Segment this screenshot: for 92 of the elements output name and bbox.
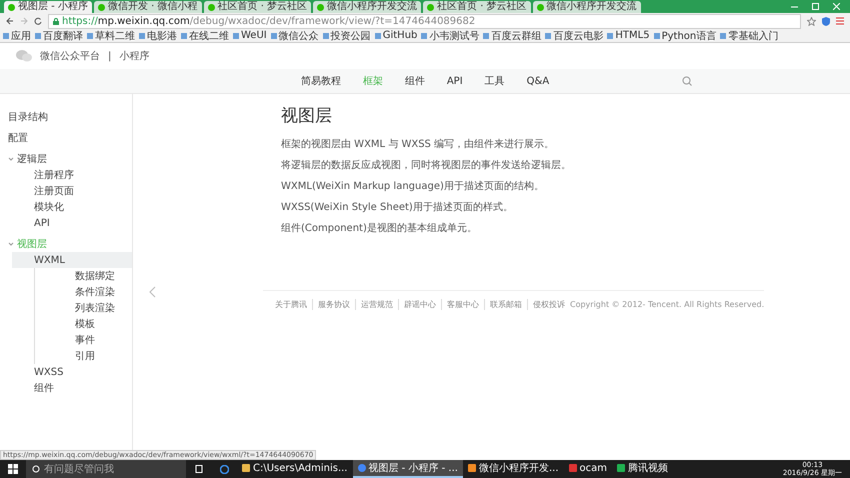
footer-link[interactable]: 关于腾讯	[263, 299, 312, 310]
tab-favicon-icon	[536, 4, 544, 10]
bookmark-item[interactable]: GitHub	[374, 30, 418, 41]
paragraph: WXML(WeiXin Markup language)用于描述页面的结构。	[281, 180, 545, 193]
bookmark-item[interactable]: 百度云电影	[545, 28, 604, 42]
app-icon	[358, 464, 366, 472]
browser-tab[interactable]: 社区首页 · 梦云社区	[423, 1, 531, 13]
chevron-left-icon[interactable]	[149, 286, 156, 298]
footer-link[interactable]: 客服中心	[441, 299, 484, 310]
bookmark-item[interactable]: 百度云群组	[483, 28, 542, 42]
sidebar-item[interactable]: WXML	[12, 252, 132, 268]
bookmark-item[interactable]: 投资公园	[322, 28, 371, 42]
footer-link[interactable]: 服务协议	[312, 299, 355, 310]
lock-icon	[53, 18, 59, 24]
app-icon	[568, 464, 577, 472]
sidebar-item[interactable]: 条件渲染	[35, 284, 132, 300]
sidebar-item[interactable]: 目录结构	[0, 109, 132, 125]
footer-link[interactable]: 侵权投诉	[527, 299, 570, 310]
sidebar-item[interactable]: API	[12, 215, 132, 231]
taskbar-app[interactable]: ocam	[564, 460, 612, 478]
sidebar-item[interactable]: 模板	[35, 316, 132, 332]
sidebar-item[interactable]: WXSS	[12, 364, 132, 380]
page-title: 视图层	[281, 105, 333, 127]
nav-link[interactable]: Q&A	[526, 76, 550, 86]
taskbar-search-field[interactable]: 有问题尽管问我	[26, 460, 186, 478]
sidebar-item[interactable]: 列表渲染	[35, 300, 132, 316]
star-icon[interactable]	[807, 16, 816, 26]
browser-tab[interactable]: 微信小程序开发交流	[313, 1, 422, 13]
sidebar-item[interactable]: 数据绑定	[35, 268, 132, 284]
paragraph: 将逻辑层的数据反应成视图，同时将视图层的事件发送给逻辑层。	[281, 158, 572, 172]
browser-e-icon[interactable]	[220, 464, 229, 474]
task-view-icon[interactable]	[194, 465, 204, 473]
browser-tab[interactable]: 视图层 - 小程序	[4, 1, 92, 13]
shield-icon[interactable]	[822, 16, 830, 26]
nav-link[interactable]: API	[446, 76, 463, 86]
copyright-text: Copyright © 2012- Tencent. All Rights Reserved.	[570, 300, 764, 309]
paragraph: 组件(Component)是视图的基本组成单元。	[281, 222, 478, 235]
app-icon	[468, 464, 476, 472]
footer-link[interactable]: 联系邮箱	[484, 299, 527, 310]
sidebar-item[interactable]: 组件	[12, 380, 132, 396]
bookmark-item[interactable]: 电影港	[139, 28, 177, 42]
taskbar-app[interactable]: 腾讯视频	[612, 460, 674, 478]
bookmark-item[interactable]: 小韦测试号	[421, 28, 480, 42]
sidebar-item[interactable]: 注册程序	[12, 167, 132, 183]
taskbar-app[interactable]: 视图层 - 小程序 - ...	[352, 460, 463, 478]
browser-tab[interactable]: 微信小程序开发交流	[532, 1, 641, 13]
bookmark-item[interactable]: 草料二维	[87, 28, 135, 42]
tab-favicon-icon	[208, 4, 215, 10]
browser-tab[interactable]: 社区首页 · 梦云社区	[204, 1, 312, 13]
nav-link[interactable]: 工具	[484, 74, 505, 88]
brand-name[interactable]: 微信公众平台	[40, 49, 100, 63]
menu-icon[interactable]	[836, 17, 844, 25]
bookmark-item[interactable]: 微信公众	[270, 28, 319, 42]
nav-link[interactable]: 简易教程	[300, 74, 341, 88]
reload-icon[interactable]	[34, 17, 42, 25]
tab-favicon-icon	[98, 4, 105, 10]
bookmark-item[interactable]: HTML5	[607, 30, 650, 41]
bookmark-item[interactable]: WeUI	[233, 30, 267, 41]
circle-icon	[32, 465, 40, 473]
nav-link[interactable]: 组件	[404, 74, 425, 88]
bookmark-item[interactable]: 零基础入门	[720, 28, 778, 42]
sidebar-item[interactable]: 模块化	[12, 199, 132, 215]
app-icon	[617, 464, 626, 472]
product-name[interactable]: 小程序	[119, 49, 150, 63]
browser-tab[interactable]: 微信开发 · 微信小程	[94, 1, 202, 13]
windows-logo-icon[interactable]	[8, 464, 18, 474]
chat-bubbles-icon	[16, 50, 32, 62]
tab-favicon-icon	[427, 4, 434, 10]
bookmark-item[interactable]: 百度翻译	[35, 28, 83, 42]
tab-favicon-icon	[8, 4, 15, 10]
search-icon[interactable]	[682, 76, 692, 86]
sidebar-item[interactable]: 注册页面	[12, 183, 132, 199]
footer-link[interactable]: 辟谣中心	[398, 299, 441, 310]
restore-icon[interactable]	[812, 3, 819, 10]
footer-link[interactable]: 运营规范	[355, 299, 398, 310]
sidebar-item[interactable]: 配置	[0, 130, 132, 146]
back-icon[interactable]	[6, 17, 14, 25]
bookmark-item[interactable]: Python语言	[654, 28, 716, 42]
close-icon[interactable]	[833, 3, 840, 10]
taskbar-app[interactable]: C:\Users\Adminis...	[237, 460, 352, 478]
bookmark-item[interactable]: 在线二维	[181, 28, 229, 42]
header-separator: |	[108, 50, 112, 62]
sidebar-item[interactable]: 逻辑层	[0, 151, 132, 167]
paragraph: 框架的视图层由 WXML 与 WXSS 编写，由组件来进行展示。	[281, 138, 556, 151]
paragraph: WXSS(WeiXin Style Sheet)用于描述页面的样式。	[281, 200, 514, 214]
sidebar-item[interactable]: 事件	[35, 332, 132, 348]
sidebar-item[interactable]: 引用	[35, 348, 132, 364]
app-icon	[242, 464, 250, 472]
taskbar-app[interactable]: 微信小程序开发...	[462, 460, 564, 478]
bookmark-item[interactable]: 应用	[3, 28, 31, 42]
tab-favicon-icon	[317, 4, 324, 10]
address-bar[interactable]: https://mp.weixin.qq.com/debug/wxadoc/dev/framework/view/?t=1474644089682	[48, 14, 801, 28]
